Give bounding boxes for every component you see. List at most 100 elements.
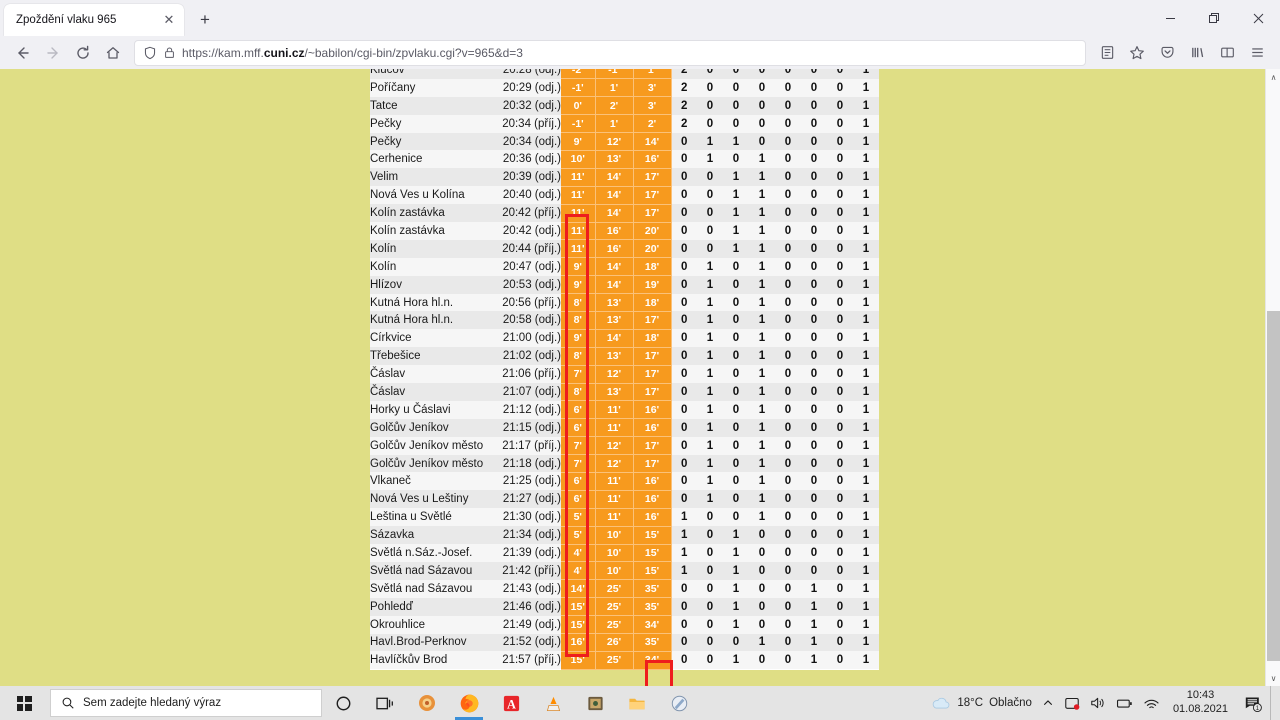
app-icon-2[interactable] — [574, 686, 616, 720]
count-column-7: 0 — [827, 633, 853, 652]
reader-mode-icon[interactable] — [1092, 39, 1122, 67]
count-column-1: 0 — [671, 311, 697, 330]
weather-widget[interactable]: 18°C Oblačno — [926, 686, 1037, 720]
count-column-7: 0 — [827, 383, 853, 401]
show-hidden-icons-button[interactable] — [1037, 686, 1059, 720]
adobe-reader-icon[interactable]: A — [490, 686, 532, 720]
onedrive-icon[interactable] — [1059, 686, 1085, 720]
scroll-up-icon[interactable]: ∧ — [1266, 69, 1280, 85]
delay-value-3: 15' — [633, 526, 672, 545]
count-column-2: 0 — [697, 222, 723, 240]
count-column-3: 0 — [723, 418, 749, 437]
close-window-icon[interactable] — [1236, 2, 1280, 34]
count-column-3: 0 — [723, 311, 749, 330]
count-column-7: 0 — [827, 561, 853, 580]
bookmark-star-icon[interactable] — [1122, 39, 1152, 67]
count-column-5: 0 — [775, 633, 801, 652]
menu-icon[interactable] — [1242, 39, 1272, 67]
scroll-down-icon[interactable]: ∨ — [1266, 670, 1280, 686]
count-column-8: 1 — [853, 168, 879, 187]
count-column-3: 1 — [723, 615, 749, 634]
count-column-6: 0 — [801, 472, 827, 491]
battery-icon[interactable] — [1111, 686, 1138, 720]
count-column-3: 0 — [723, 508, 749, 527]
count-column-1: 0 — [671, 204, 697, 223]
count-column-4: 1 — [749, 472, 775, 491]
count-column-3: 1 — [723, 561, 749, 580]
count-column-1: 0 — [671, 186, 697, 205]
count-column-8: 1 — [853, 69, 879, 79]
home-icon[interactable] — [98, 39, 128, 67]
count-column-5: 0 — [775, 490, 801, 509]
count-column-4: 1 — [749, 633, 775, 652]
vertical-scrollbar[interactable]: ∧ ∨ — [1265, 69, 1280, 686]
app-icon-1[interactable] — [406, 686, 448, 720]
notification-center-icon[interactable]: 1 — [1236, 686, 1270, 720]
delay-value-1: 9' — [561, 275, 596, 295]
vlc-icon[interactable] — [532, 686, 574, 720]
taskbar-clock[interactable]: 10:43 01.08.2021 — [1165, 686, 1236, 720]
count-column-1: 1 — [671, 561, 697, 580]
count-column-3: 0 — [723, 400, 749, 419]
minimize-icon[interactable] — [1148, 2, 1192, 34]
scrollbar-thumb[interactable] — [1267, 311, 1280, 661]
pocket-icon[interactable] — [1152, 39, 1182, 67]
count-column-6: 0 — [801, 78, 827, 97]
close-icon[interactable]: ✕ — [160, 11, 178, 29]
url-bar[interactable]: https://kam.mff.cuni.cz/~babilon/cgi-bin… — [134, 39, 1086, 66]
delay-value-1: 6' — [561, 472, 596, 491]
delay-value-3: 17' — [633, 186, 672, 205]
start-button[interactable] — [0, 686, 48, 720]
cortana-icon[interactable] — [322, 686, 364, 720]
taskbar-search-input[interactable]: Sem zadejte hledaný výraz — [50, 689, 322, 717]
delay-value-2: 12' — [595, 365, 634, 384]
scheduled-time: 20:28 (odj.) — [491, 69, 561, 79]
count-column-4: 0 — [749, 597, 775, 616]
new-tab-button[interactable]: + — [190, 5, 220, 35]
count-column-2: 1 — [697, 293, 723, 312]
paint-icon[interactable] — [658, 686, 700, 720]
count-column-5: 0 — [775, 597, 801, 616]
forward-icon[interactable] — [38, 39, 68, 67]
delay-value-3: 16' — [633, 472, 672, 491]
volume-icon[interactable] — [1085, 686, 1111, 720]
maximize-restore-icon[interactable] — [1192, 2, 1236, 34]
delay-value-3: 3' — [633, 78, 672, 98]
back-icon[interactable] — [8, 39, 38, 67]
scheduled-time: 21:49 (odj.) — [491, 615, 561, 634]
station-name: Havl.Brod-Perknov — [370, 633, 491, 652]
wifi-icon[interactable] — [1138, 686, 1165, 720]
count-column-2: 0 — [697, 114, 723, 133]
count-column-3: 0 — [723, 633, 749, 652]
count-column-2: 1 — [697, 275, 723, 294]
lock-icon[interactable] — [163, 46, 176, 59]
count-column-6: 0 — [801, 383, 827, 401]
file-explorer-icon[interactable] — [616, 686, 658, 720]
scheduled-time: 20:56 (příj.) — [491, 293, 561, 312]
table-row: Kolín 20:44 (příj.) 11' 16' 20' 0 0 1 1 0 0 0 1 — [370, 239, 879, 259]
count-column-2: 1 — [697, 365, 723, 384]
count-column-1: 0 — [671, 347, 697, 366]
count-column-6: 0 — [801, 329, 827, 348]
count-column-4: 1 — [749, 508, 775, 527]
count-column-1: 0 — [671, 579, 697, 598]
count-column-1: 0 — [671, 293, 697, 312]
count-column-6: 0 — [801, 168, 827, 187]
reload-icon[interactable] — [68, 39, 98, 67]
delay-value-3: 18' — [633, 329, 672, 348]
show-desktop-button[interactable] — [1270, 686, 1278, 720]
count-column-6: 0 — [801, 132, 827, 151]
window-controls — [1148, 0, 1280, 36]
count-column-1: 0 — [671, 132, 697, 151]
shield-icon[interactable] — [143, 46, 157, 60]
task-view-icon[interactable] — [364, 686, 406, 720]
scheduled-time: 20:44 (příj.) — [491, 239, 561, 258]
table-row: Světlá nad Sázavou 21:43 (odj.) 14' 25' 35' 0… — [370, 579, 879, 599]
tab-zpozdeni-vlaku-965[interactable]: Zpoždění vlaku 965 ✕ — [4, 4, 184, 36]
sidebar-icon[interactable] — [1212, 39, 1242, 67]
count-column-3: 0 — [723, 78, 749, 97]
station-name: Vlkaneč — [370, 472, 491, 491]
library-icon[interactable] — [1182, 39, 1212, 67]
firefox-icon[interactable] — [448, 686, 490, 720]
count-column-7: 0 — [827, 168, 853, 187]
